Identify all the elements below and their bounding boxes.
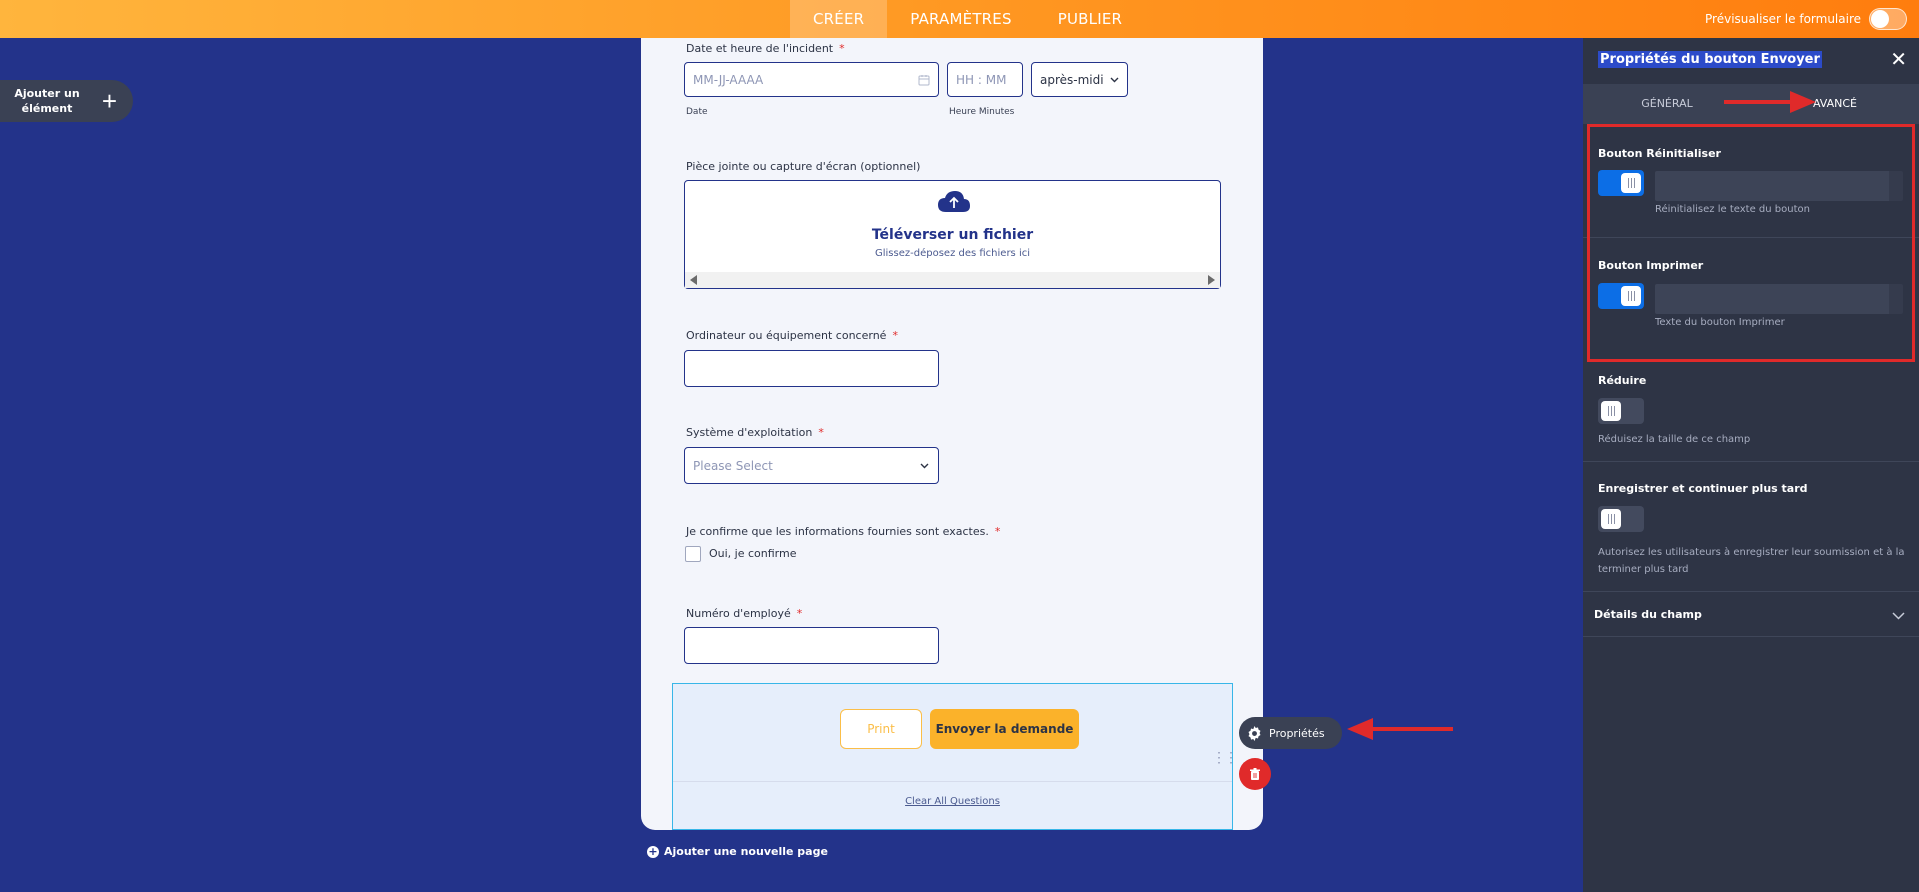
chevron-down-icon (920, 463, 929, 469)
divider (1583, 591, 1919, 592)
add-element-button[interactable]: Ajouter un élément + (0, 80, 133, 122)
submit-button-field[interactable]: Print Envoyer la demande Clear All Quest… (672, 683, 1233, 830)
tab-settings[interactable]: PARAMÈTRES (887, 0, 1034, 38)
preview-label: Prévisualiser le formulaire (1705, 12, 1861, 26)
date-placeholder: MM-JJ-AAAA (693, 72, 764, 87)
drag-handle-icon[interactable]: ⋮⋮ (1212, 749, 1238, 766)
plus-icon: + (101, 86, 117, 116)
os-label-text: Système d'exploitation (686, 426, 813, 439)
divider (1583, 461, 1919, 462)
tab-publish[interactable]: PUBLIER (1035, 0, 1145, 38)
os-select[interactable]: Please Select (684, 447, 939, 484)
save-later-label: Enregistrer et continuer plus tard (1598, 482, 1808, 495)
panel-header: Propriétés du bouton Envoyer ✕ (1583, 38, 1919, 84)
upload-title: Téléverser un fichier (871, 227, 1034, 243)
save-later-desc: Autorisez les utilisateurs à enregistrer… (1598, 547, 1905, 575)
shrink-toggle[interactable] (1598, 398, 1644, 424)
os-placeholder: Please Select (693, 458, 773, 473)
form-canvas: Date et heure de l'incident * MM-JJ-AAAA … (641, 38, 1263, 830)
annotation-arrow-left (1347, 718, 1453, 740)
field-details-label[interactable]: Détails du champ (1594, 608, 1702, 621)
add-page-label: Ajouter une nouvelle page (664, 845, 828, 858)
equipment-label-text: Ordinateur ou équipement concerné (686, 329, 887, 342)
properties-label: Propriétés (1269, 726, 1325, 740)
save-later-toggle[interactable] (1598, 506, 1644, 532)
required-mark: * (818, 426, 824, 439)
properties-button[interactable]: Propriétés (1239, 717, 1342, 749)
divider (673, 781, 1232, 782)
annotation-highlight-box (1587, 124, 1915, 362)
gear-icon (1248, 725, 1261, 741)
confirm-field-label: Je confirme que les informations fournie… (686, 525, 1000, 538)
time-placeholder: HH : MM (956, 72, 1007, 87)
required-mark: * (892, 329, 898, 342)
top-bar: CRÉER PARAMÈTRES PUBLIER Prévisualiser l… (0, 0, 1919, 38)
equipment-field-label: Ordinateur ou équipement concerné * (686, 329, 898, 342)
scroll-right-icon[interactable] (1207, 275, 1215, 285)
employee-input[interactable] (684, 627, 939, 664)
delete-button[interactable] (1239, 758, 1271, 790)
os-field-label: Système d'exploitation * (686, 426, 824, 439)
calendar-icon[interactable] (918, 74, 930, 86)
chevron-down-icon[interactable] (1892, 612, 1905, 620)
date-label-text: Date et heure de l'incident (686, 42, 834, 55)
date-field-label: Date et heure de l'incident * (686, 42, 845, 55)
date-input[interactable]: MM-JJ-AAAA (684, 62, 939, 97)
file-upload-dropzone[interactable]: Téléverser un fichier Glissez-déposez de… (684, 180, 1221, 289)
toggle-knob (1601, 401, 1621, 421)
cloud-upload-icon (938, 191, 970, 212)
add-element-label: Ajouter un élément (14, 87, 80, 115)
horizontal-scrollbar[interactable] (685, 272, 1220, 288)
plus-circle-icon: + (647, 844, 659, 858)
annotation-arrow-right (1724, 91, 1816, 113)
preview-toggle[interactable] (1869, 8, 1907, 30)
date-sublabel: Date (686, 107, 708, 117)
time-sublabel: Heure Minutes (949, 107, 1015, 117)
tab-create[interactable]: CRÉER (790, 0, 888, 38)
close-icon[interactable]: ✕ (1890, 50, 1907, 70)
upload-subtitle: Glissez-déposez des fichiers ici (875, 248, 1030, 259)
clear-all-link[interactable]: Clear All Questions (673, 796, 1232, 807)
shrink-label: Réduire (1598, 374, 1647, 387)
shrink-desc: Réduisez la taille de ce champ (1598, 434, 1751, 445)
employee-field-label: Numéro d'employé * (686, 607, 802, 620)
chevron-down-icon (1110, 77, 1119, 83)
submit-button[interactable]: Envoyer la demande (930, 709, 1079, 749)
trash-icon (1250, 767, 1260, 780)
ampm-select[interactable]: après-midi (1031, 62, 1128, 97)
add-page-link[interactable]: + Ajouter une nouvelle page (647, 845, 828, 858)
confirm-option-label[interactable]: Oui, je confirme (709, 547, 797, 560)
panel-title: Propriétés du bouton Envoyer (1598, 51, 1822, 68)
toggle-knob (1601, 509, 1621, 529)
ampm-value: après-midi (1040, 72, 1104, 87)
main-nav: CRÉER PARAMÈTRES PUBLIER (790, 0, 1145, 38)
print-button[interactable]: Print (840, 709, 922, 749)
divider (1583, 636, 1919, 637)
required-mark: * (994, 525, 1001, 538)
attachment-label: Pièce jointe ou capture d'écran (optionn… (686, 160, 921, 173)
preview-form: Prévisualiser le formulaire (1705, 8, 1907, 30)
toggle-knob (1871, 10, 1889, 28)
equipment-input[interactable] (684, 350, 939, 387)
confirm-label-text: Je confirme que les informations fournie… (686, 525, 989, 538)
required-mark: * (796, 607, 803, 620)
confirm-checkbox[interactable] (685, 546, 701, 562)
scroll-left-icon[interactable] (690, 275, 698, 285)
time-input[interactable]: HH : MM (947, 62, 1023, 97)
employee-label-text: Numéro d'employé (686, 607, 791, 620)
required-mark: * (839, 42, 845, 55)
